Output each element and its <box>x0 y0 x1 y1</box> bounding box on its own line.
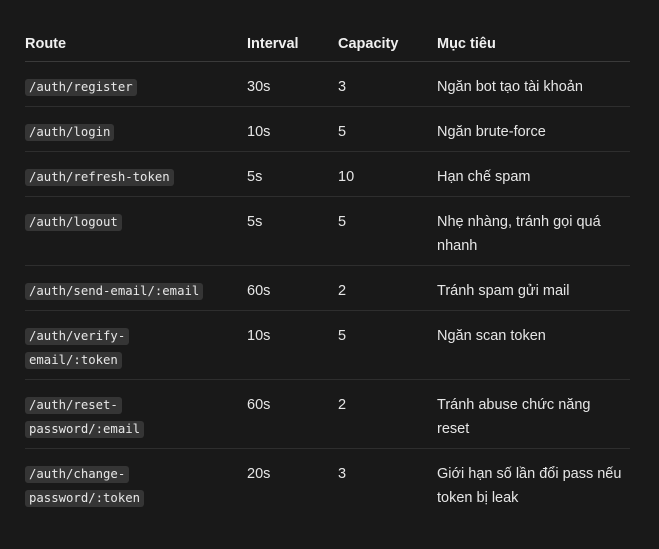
interval-cell: 10s <box>247 124 271 140</box>
route-cell: /auth/change-password/:token <box>25 449 247 517</box>
capacity-cell: 2 <box>338 397 347 413</box>
route-code: /auth/login <box>25 124 115 141</box>
goal-cell: Tránh abuse chức năng reset <box>437 397 591 437</box>
route-code-line2: password/:token <box>25 490 145 507</box>
interval-cell: 60s <box>247 283 271 299</box>
goal-cell: Nhẹ nhàng, tránh gọi quá nhanh <box>437 214 601 254</box>
capacity-cell: 5 <box>338 214 347 230</box>
table-row: /auth/login 10s 5 Ngăn brute-force <box>25 107 630 152</box>
route-cell: /auth/send-email/:email <box>25 266 247 310</box>
table-row: /auth/logout 5s 5 Nhẹ nhàng, tránh gọi q… <box>25 197 630 266</box>
capacity-cell: 5 <box>338 328 347 344</box>
route-cell: /auth/verify-email/:token <box>25 311 247 379</box>
interval-cell: 10s <box>247 328 271 344</box>
route-code: /auth/register <box>25 79 137 96</box>
route-cell: /auth/login <box>25 107 247 151</box>
route-cell: /auth/logout <box>25 197 247 265</box>
route-cell: /auth/reset-password/:email <box>25 380 247 448</box>
route-code: /auth/refresh-token <box>25 169 174 186</box>
header-route: Route <box>25 36 67 52</box>
table-header-row: Route Interval Capacity Mục tiêu <box>25 18 630 62</box>
table-row: /auth/register 30s 3 Ngăn bot tạo tài kh… <box>25 62 630 107</box>
capacity-cell: 10 <box>338 169 355 185</box>
route-cell: /auth/refresh-token <box>25 152 247 196</box>
route-code: /auth/logout <box>25 214 122 231</box>
rate-limit-table: Route Interval Capacity Mục tiêu /auth/r… <box>25 18 630 517</box>
capacity-cell: 3 <box>338 466 347 482</box>
goal-cell: Giới hạn số lần đổi pass nếu token bị le… <box>437 466 622 506</box>
goal-cell: Tránh spam gửi mail <box>437 283 570 299</box>
goal-cell: Ngăn bot tạo tài khoản <box>437 79 583 95</box>
table-row: /auth/send-email/:email 60s 2 Tránh spam… <box>25 266 630 311</box>
interval-cell: 60s <box>247 397 271 413</box>
header-capacity: Capacity <box>338 36 399 52</box>
capacity-cell: 5 <box>338 124 347 140</box>
interval-cell: 30s <box>247 79 271 95</box>
header-goal: Mục tiêu <box>437 36 496 52</box>
route-code-line1: /auth/verify- <box>25 328 130 345</box>
table-row: /auth/verify-email/:token 10s 5 Ngăn sca… <box>25 311 630 380</box>
capacity-cell: 3 <box>338 79 347 95</box>
goal-cell: Ngăn scan token <box>437 328 546 344</box>
route-code-line2: password/:email <box>25 421 145 438</box>
goal-cell: Hạn chế spam <box>437 169 531 185</box>
route-code: /auth/send-email/:email <box>25 283 204 300</box>
header-interval: Interval <box>247 36 299 52</box>
capacity-cell: 2 <box>338 283 347 299</box>
table-row: /auth/refresh-token 5s 10 Hạn chế spam <box>25 152 630 197</box>
goal-cell: Ngăn brute-force <box>437 124 546 140</box>
route-code-line1: /auth/reset- <box>25 397 122 414</box>
table-row: /auth/change-password/:token 20s 3 Giới … <box>25 449 630 517</box>
route-code-line2: email/:token <box>25 352 122 369</box>
route-cell: /auth/register <box>25 62 247 106</box>
interval-cell: 5s <box>247 214 263 230</box>
interval-cell: 5s <box>247 169 263 185</box>
interval-cell: 20s <box>247 466 271 482</box>
table-row: /auth/reset-password/:email 60s 2 Tránh … <box>25 380 630 449</box>
route-code-line1: /auth/change- <box>25 466 130 483</box>
